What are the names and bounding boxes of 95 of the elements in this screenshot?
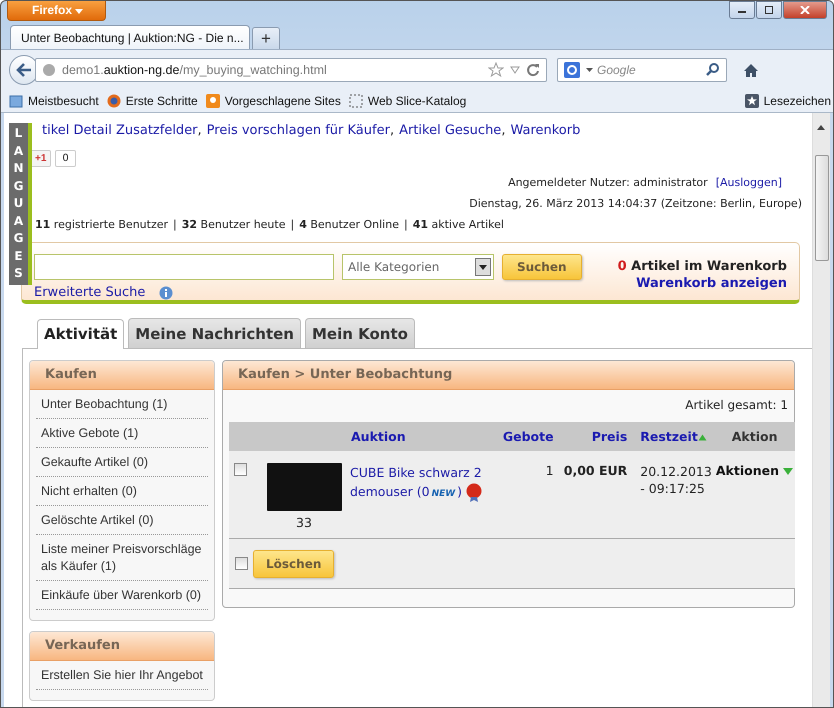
- user-statistic: 32 Benutzer heute: [182, 218, 286, 231]
- dropdown-arrow-icon[interactable]: [510, 66, 520, 74]
- new-label: NEW: [432, 489, 456, 499]
- maximize-icon: [764, 6, 774, 14]
- bookmark-item[interactable]: Erste Schritte: [106, 94, 198, 108]
- star-icon[interactable]: [488, 62, 504, 78]
- breadcrumb: Kaufen > Unter Beobachtung: [223, 361, 794, 390]
- scrollbar-thumb[interactable]: [815, 155, 829, 261]
- search-field[interactable]: Google: [557, 58, 727, 82]
- cart-summary: 0 Artikel im Warenkorb: [618, 259, 787, 274]
- module-link[interactable]: Warenkorb: [510, 123, 580, 138]
- browser-tab[interactable]: Unter Beobachtung | Auktion:NG - Die n...: [10, 25, 250, 49]
- logout-link[interactable]: [Ausloggen]: [716, 176, 782, 189]
- star-icon: [744, 94, 759, 108]
- module-link[interactable]: Preis vorschlagen für Käufer: [206, 123, 390, 138]
- logged-in-user: Angemeldeter Nutzer: administrator: [508, 176, 708, 189]
- web-slice-icon: [348, 94, 363, 108]
- seal-icon: [465, 482, 484, 503]
- column-sort-link[interactable]: Preis: [592, 429, 628, 444]
- folder-icon: [9, 94, 23, 108]
- sidebar-item[interactable]: Gelöschte Artikel (0): [36, 506, 208, 535]
- firefox-icon: [106, 94, 121, 108]
- total-count: Artikel gesamt: 1: [684, 397, 789, 414]
- actions-menu[interactable]: Aktionen: [716, 463, 794, 478]
- bulb-icon: [206, 94, 220, 108]
- plus-one-button[interactable]: +1: [30, 150, 52, 167]
- end-time: - 09:17:25: [640, 481, 705, 496]
- user-statistic: 4 Benutzer Online: [299, 218, 399, 231]
- separator: ,: [501, 123, 506, 138]
- sidebar-item[interactable]: Einkäufe über Warenkorb (0): [36, 581, 208, 610]
- bookmark-item[interactable]: Web Slice-Katalog: [348, 94, 466, 108]
- tab[interactable]: Mein Konto: [304, 318, 415, 348]
- plus-one-count: 0: [55, 150, 76, 167]
- caret-icon[interactable]: [586, 68, 593, 72]
- tab[interactable]: Aktivität: [37, 319, 124, 349]
- sidebar-item[interactable]: Nicht erhalten (0): [36, 477, 208, 506]
- home-icon[interactable]: [743, 62, 759, 78]
- bookmarks-menu[interactable]: Lesezeichen: [744, 94, 831, 108]
- google-icon: [564, 61, 582, 79]
- sidebar-item[interactable]: Aktive Gebote (1): [36, 419, 208, 448]
- sidebar-item[interactable]: Erstellen Sie hier Ihr Angebot: [36, 661, 208, 690]
- cart-link[interactable]: Warenkorb anzeigen: [636, 276, 787, 291]
- info-icon[interactable]: [159, 286, 174, 300]
- separator: |: [404, 218, 408, 231]
- column-header: Aktion: [732, 429, 778, 444]
- scrollbar-track[interactable]: [812, 113, 830, 707]
- item-title-link[interactable]: CUBE Bike schwarz 2: [350, 465, 482, 480]
- separator: ,: [390, 123, 394, 138]
- search-button[interactable]: Suchen: [502, 254, 582, 280]
- seller-rating: (0: [416, 484, 430, 499]
- user-statistic: 11 registrierte Benutzer: [35, 218, 168, 231]
- column-sort-link[interactable]: Gebote: [502, 429, 554, 444]
- seller-link[interactable]: demouser: [350, 484, 413, 499]
- separator: |: [173, 218, 177, 231]
- user-statistic: 41 aktive Artikel: [412, 218, 504, 231]
- module-link[interactable]: tikel Detail Zusatzfelder: [42, 123, 198, 138]
- close-icon: [800, 6, 810, 14]
- tab[interactable]: Meine Nachrichten: [128, 318, 301, 348]
- address-bar[interactable]: demo1.auktion-ng.de/my_buying_watching.html: [35, 58, 547, 82]
- advanced-search-link[interactable]: Erweiterte Suche: [34, 285, 146, 300]
- separator: ,: [198, 123, 202, 138]
- column-sort-link[interactable]: Restzeit: [640, 429, 707, 444]
- column-sort-link[interactable]: Auktion: [351, 429, 406, 444]
- globe-icon: [42, 63, 56, 77]
- module-link[interactable]: Artikel Gesuche: [399, 123, 502, 138]
- maximize-button[interactable]: [756, 1, 782, 19]
- sidebar-item[interactable]: Gekaufte Artikel (0): [36, 448, 208, 477]
- price: 0,00 EUR: [554, 451, 628, 538]
- delete-button[interactable]: Löschen: [253, 550, 334, 578]
- bookmark-item[interactable]: Meistbesucht: [9, 94, 99, 108]
- category-dropdown[interactable]: Alle Kategorien: [342, 254, 494, 280]
- select-all-checkbox[interactable]: [235, 557, 248, 570]
- reload-icon[interactable]: [526, 63, 540, 77]
- sidebar-heading: Verkaufen: [30, 632, 214, 661]
- new-tab-button[interactable]: +: [252, 27, 280, 49]
- sidebar-item[interactable]: Liste meiner Preisvorschläge als Käufer (1): [36, 535, 208, 581]
- image-caption: 33: [295, 515, 313, 530]
- date-time: Dienstag, 26. März 2013 14:04:37 (Zeitzone: Berlin, Europe): [469, 197, 802, 210]
- search-icon[interactable]: [706, 63, 720, 77]
- bookmark-item[interactable]: Vorgeschlagene Sites: [206, 94, 341, 108]
- separator: |: [290, 218, 294, 231]
- close-button[interactable]: [783, 1, 827, 19]
- sidebar-item[interactable]: Unter Beobachtung (1): [36, 390, 208, 419]
- seller-rating: ): [457, 484, 462, 499]
- caret-down-icon: [783, 468, 794, 475]
- keyword-field[interactable]: [34, 254, 334, 280]
- end-date: 20.12.2013: [640, 464, 712, 479]
- minimize-button[interactable]: [729, 1, 755, 19]
- bid-count: 1: [501, 451, 555, 538]
- back-arrow-icon: [16, 63, 32, 77]
- caret-icon: [75, 9, 84, 14]
- scroll-up-icon[interactable]: [817, 125, 825, 130]
- checkbox[interactable]: [234, 463, 247, 476]
- languages-tab[interactable]: LANGUAGES: [9, 123, 32, 284]
- sidebar-heading: Kaufen: [30, 361, 214, 390]
